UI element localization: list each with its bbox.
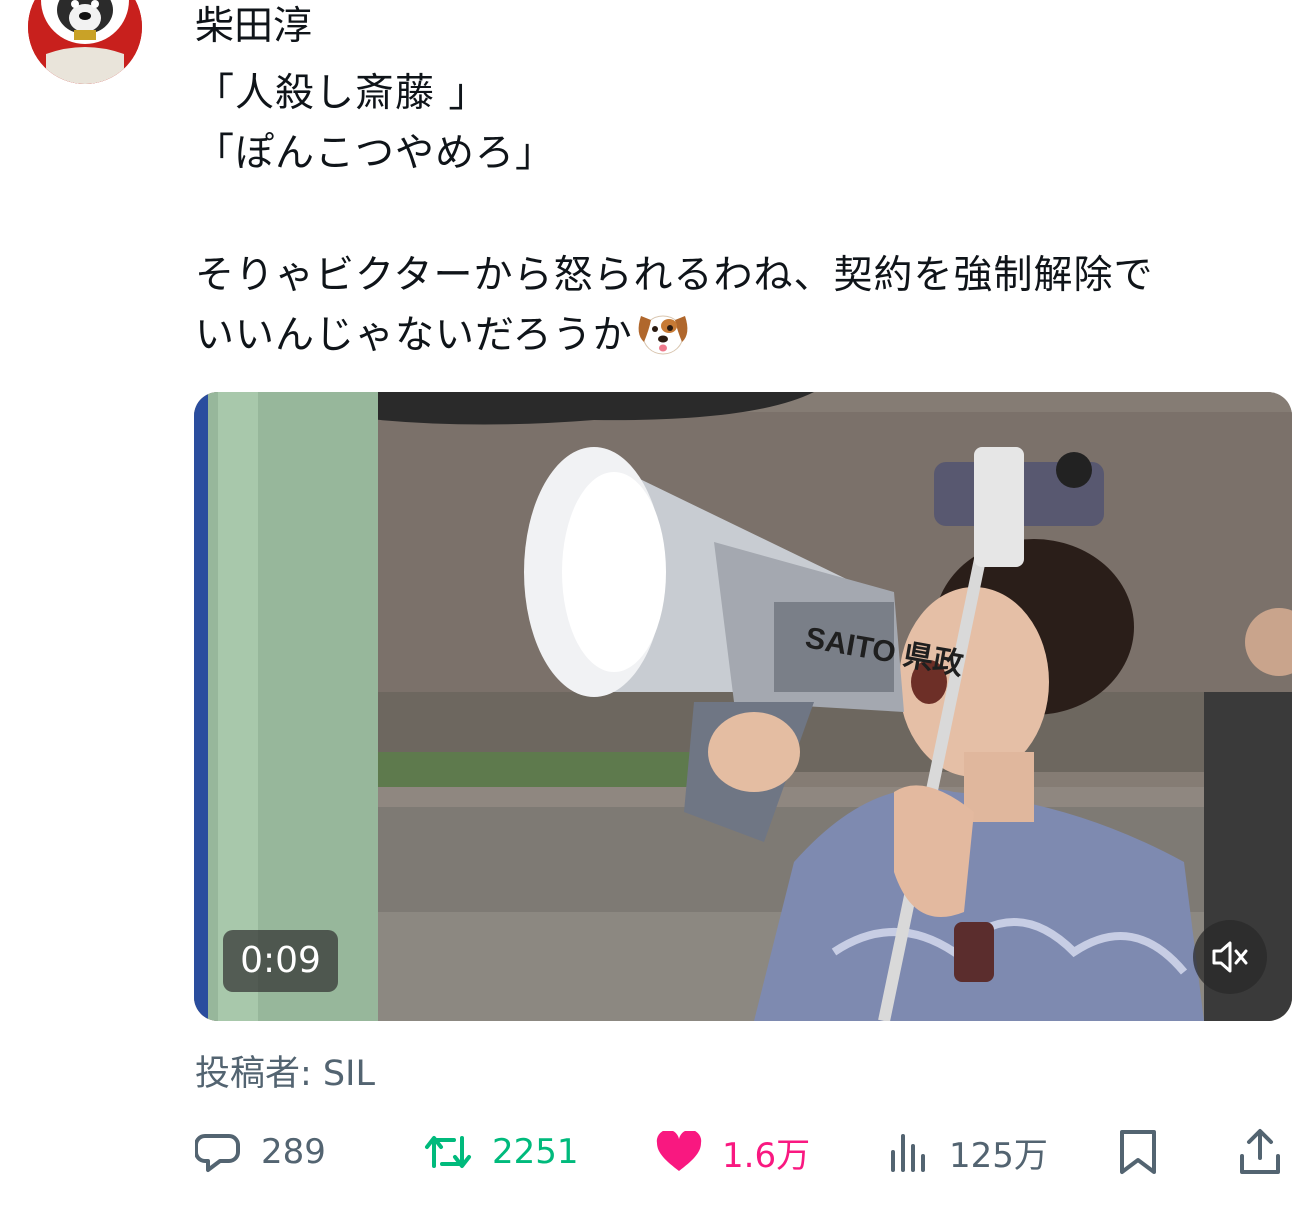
avatar-image	[28, 0, 142, 84]
tweet-text-line: 「人殺し斎藤 」	[195, 71, 489, 116]
views-count: 125万	[949, 1135, 1048, 1176]
bookmark-icon	[1120, 1130, 1156, 1174]
avatar[interactable]	[28, 0, 142, 84]
tweet-text-line: そりゃビクターから怒られるわね、契約を強制解除で	[195, 253, 1154, 298]
share-icon	[1240, 1129, 1280, 1174]
like-count: 1.6万	[722, 1135, 811, 1176]
tweet-text: 「人殺し斎藤 」 「ぽんこつやめろ」 そりゃビクターから怒られるわね、契約を強制…	[195, 64, 1285, 366]
bookmark-button[interactable]	[1118, 1120, 1158, 1184]
tweet-text-line: いいんじゃないだろうか	[195, 313, 633, 358]
media-credit[interactable]: 投稿者: SIL	[195, 1050, 375, 1098]
retweet-icon	[425, 1136, 471, 1168]
share-button[interactable]	[1238, 1120, 1282, 1184]
reply-icon	[195, 1134, 240, 1172]
reply-count: 289	[261, 1132, 326, 1172]
dog-face-emoji	[638, 315, 688, 355]
video-timestamp: 0:09	[223, 930, 338, 992]
views-icon	[891, 1134, 925, 1172]
tweet-text-line: 「ぽんこつやめろ」	[195, 131, 556, 176]
video-frame: SAITO 県政	[194, 392, 1292, 1021]
retweet-count: 2251	[492, 1132, 579, 1172]
retweet-button[interactable]: 2251	[424, 1120, 579, 1184]
like-button[interactable]: 1.6万	[656, 1120, 810, 1184]
video-player[interactable]: SAITO 県政 0:09	[194, 392, 1292, 1021]
mute-icon	[1212, 941, 1248, 973]
mute-button[interactable]	[1193, 920, 1267, 994]
reply-button[interactable]: 289	[195, 1120, 326, 1184]
author-name[interactable]: 柴田淳	[195, 4, 312, 50]
tweet-text-line-with-emoji: いいんじゃないだろうか	[195, 306, 1285, 366]
views-button[interactable]: 125万	[887, 1120, 1048, 1184]
action-bar: 289 2251 1.6万 125万	[0, 1120, 1305, 1184]
tweet: 柴田淳 「人殺し斎藤 」 「ぽんこつやめろ」 そりゃビクターから怒られるわね、契…	[0, 0, 1305, 1221]
heart-icon	[656, 1131, 702, 1171]
